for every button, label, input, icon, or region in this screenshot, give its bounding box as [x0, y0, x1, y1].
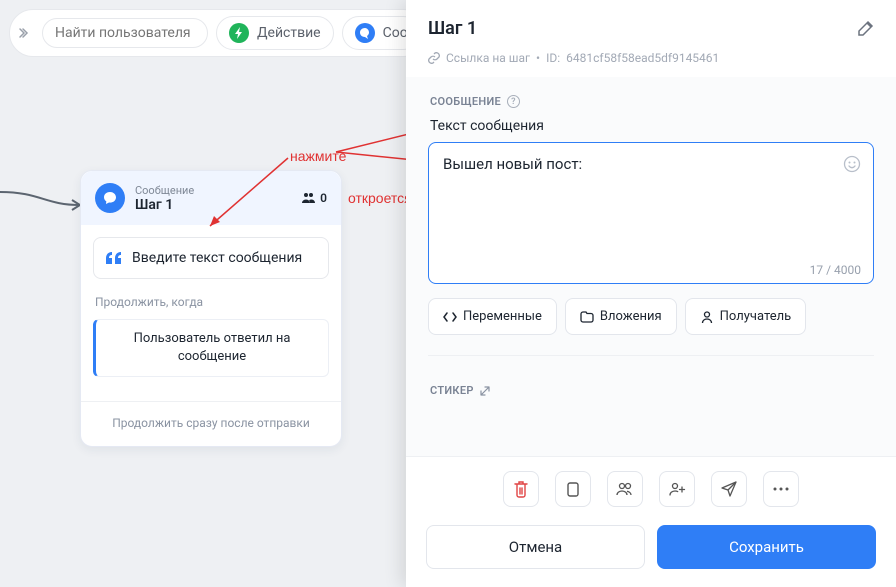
link-icon	[428, 52, 440, 64]
annotation-arrow-left	[180, 158, 340, 248]
edit-panel: Шаг 1 Ссылка на шаг • ID: 6481cf58f58ead…	[406, 0, 896, 587]
users-button[interactable]	[607, 471, 643, 507]
recipient-button[interactable]: Получатель	[685, 298, 807, 335]
char-counter: 17 / 4000	[810, 263, 861, 277]
delete-button[interactable]	[503, 471, 539, 507]
expand-icon	[480, 386, 490, 396]
message-text-label: Текст сообщения	[430, 118, 872, 134]
expand-icon[interactable]	[12, 27, 34, 39]
continue-label: Продолжить, когда	[95, 295, 327, 309]
top-toolbar: Действие Сооб	[9, 9, 427, 57]
code-icon	[443, 310, 457, 324]
variables-button[interactable]: Переменные	[428, 298, 557, 335]
action-pill[interactable]: Действие	[216, 16, 334, 50]
action-icon-bar	[406, 456, 896, 515]
user-icon	[700, 310, 714, 324]
bolt-icon	[229, 23, 249, 43]
chat-icon	[355, 23, 375, 43]
section-sticker-header[interactable]: СТИКЕР	[430, 384, 872, 397]
send-button[interactable]	[711, 471, 747, 507]
save-button[interactable]: Сохранить	[657, 525, 876, 569]
action-label: Действие	[257, 25, 321, 41]
help-icon[interactable]: ?	[507, 95, 520, 108]
copy-button[interactable]	[555, 471, 591, 507]
section-message-header: СООБЩЕНИЕ ?	[430, 95, 872, 108]
message-textarea[interactable]	[443, 155, 835, 255]
attachments-button[interactable]: Вложения	[565, 298, 677, 335]
edit-title-icon[interactable]	[856, 20, 874, 38]
panel-title: Шаг 1	[428, 18, 477, 39]
message-textarea-wrap: 17 / 4000	[428, 142, 874, 284]
step-id: 6481cf58f58ead5df9145461	[566, 51, 719, 65]
add-user-button[interactable]	[659, 471, 695, 507]
continue-immediate[interactable]: Продолжить сразу после отправки	[81, 401, 341, 446]
quote-icon	[106, 252, 122, 264]
cancel-button[interactable]: Отмена	[426, 525, 645, 569]
more-button[interactable]	[763, 471, 799, 507]
search-user-pill[interactable]	[42, 18, 208, 48]
flow-edge	[0, 180, 80, 220]
emoji-icon[interactable]	[843, 155, 861, 173]
search-input[interactable]	[55, 25, 195, 41]
folder-icon	[580, 311, 594, 323]
continue-option[interactable]: Пользователь ответил на сообщение	[93, 319, 329, 377]
chat-icon	[95, 183, 125, 213]
panel-subheader: Ссылка на шаг • ID: 6481cf58f58ead5df914…	[406, 51, 896, 77]
